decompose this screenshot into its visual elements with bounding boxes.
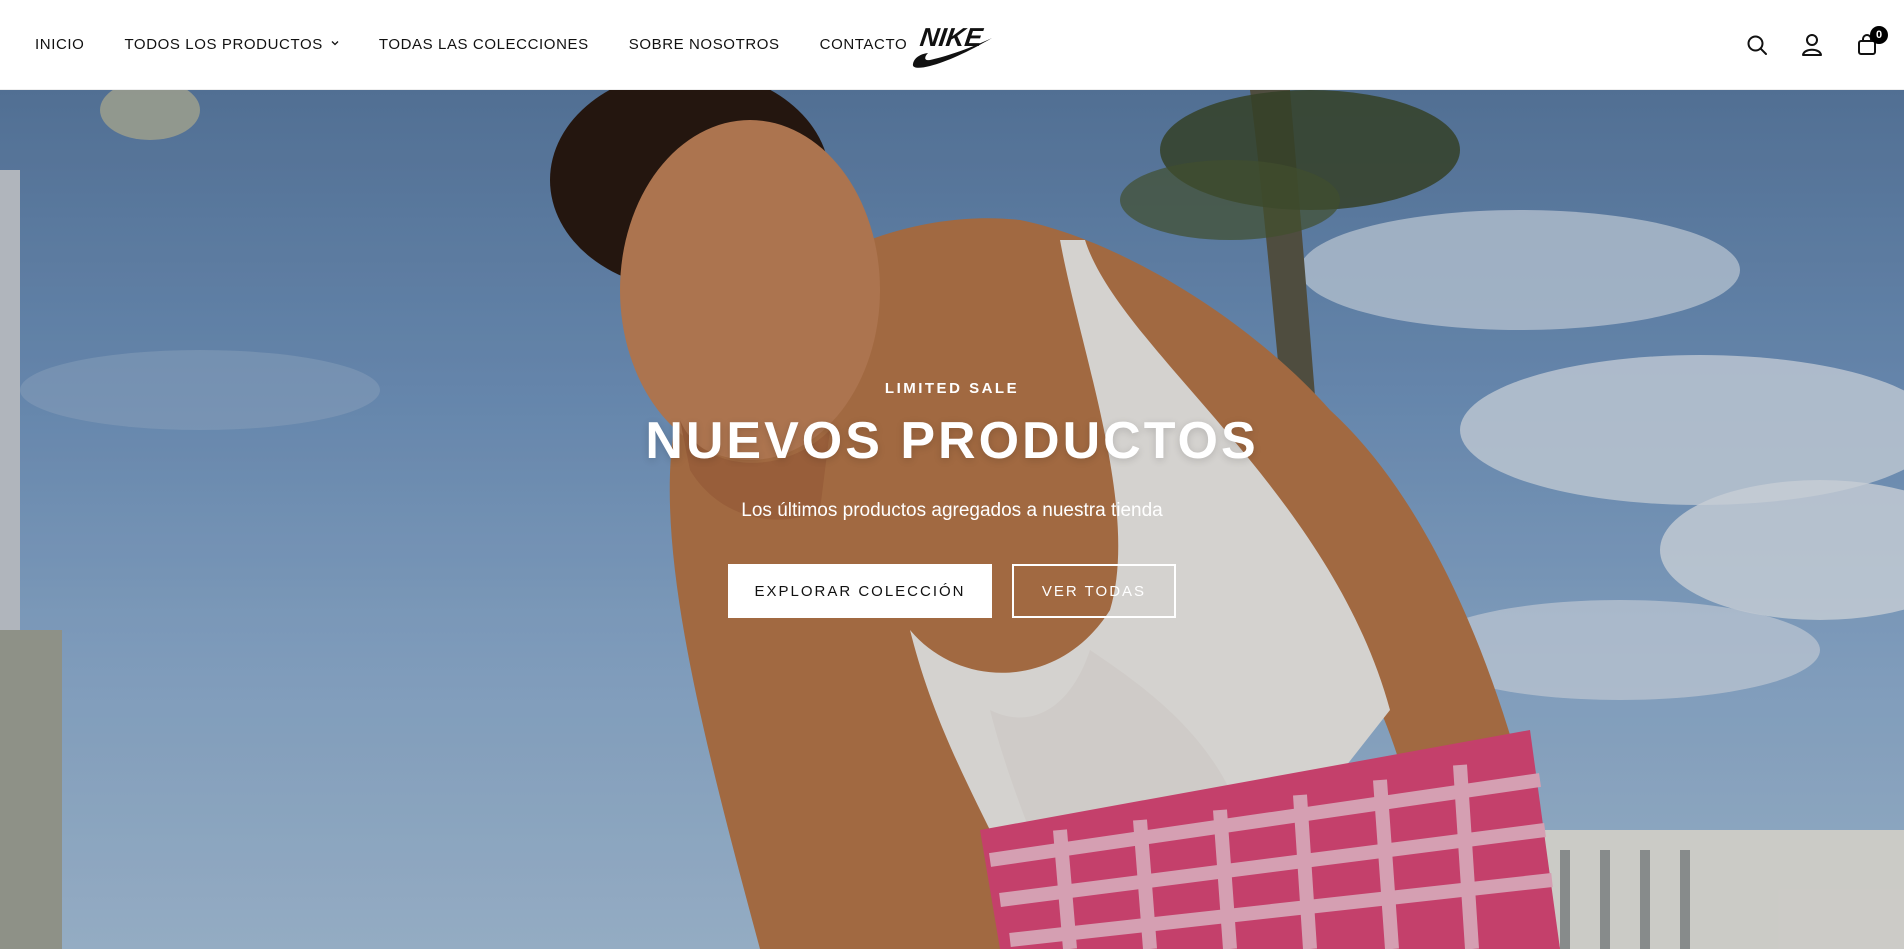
- site-header: INICIO TODOS LOS PRODUCTOS TODAS LAS COL…: [0, 0, 1904, 90]
- nav-item-label: CONTACTO: [819, 36, 908, 53]
- hero-content: LIMITED SALE NUEVOS PRODUCTOS Los último…: [0, 380, 1904, 618]
- nav-item-label: TODOS LOS PRODUCTOS: [124, 36, 323, 53]
- nav-item-sobre-nosotros[interactable]: SOBRE NOSOTROS: [629, 36, 780, 53]
- header-icons: 0: [1715, 0, 1904, 90]
- hero-banner: LIMITED SALE NUEVOS PRODUCTOS Los último…: [0, 90, 1904, 949]
- nav-item-label: TODAS LAS COLECCIONES: [378, 36, 589, 53]
- user-icon[interactable]: [1799, 32, 1825, 58]
- shopping-bag-icon[interactable]: 0: [1854, 26, 1888, 58]
- hero-buttons: EXPLORAR COLECCIÓN VER TODAS: [0, 564, 1904, 618]
- nav-item-label: INICIO: [35, 36, 85, 53]
- hero-title: NUEVOS PRODUCTOS: [645, 412, 1259, 470]
- hero-subtitle: Los últimos productos agregados a nuestr…: [741, 500, 1163, 521]
- explore-collection-button[interactable]: EXPLORAR COLECCIÓN: [728, 564, 992, 618]
- hero-eyebrow: LIMITED SALE: [884, 380, 1020, 397]
- search-icon[interactable]: [1744, 32, 1770, 58]
- main-nav: INICIO TODOS LOS PRODUCTOS TODAS LAS COL…: [0, 0, 947, 89]
- chevron-down-icon: [331, 38, 339, 49]
- nav-item-label: SOBRE NOSOTROS: [628, 36, 780, 53]
- view-all-button[interactable]: VER TODAS: [1012, 564, 1176, 618]
- nav-item-contacto[interactable]: CONTACTO: [820, 36, 908, 53]
- nav-item-inicio[interactable]: INICIO: [35, 36, 84, 53]
- cart-count-badge: 0: [1870, 26, 1888, 44]
- svg-text:NIKE: NIKE: [918, 22, 986, 52]
- brand-logo[interactable]: NIKE: [910, 18, 994, 68]
- nav-item-todos-los-productos[interactable]: TODOS LOS PRODUCTOS: [124, 36, 339, 53]
- nav-item-todas-las-colecciones[interactable]: TODAS LAS COLECCIONES: [379, 36, 589, 53]
